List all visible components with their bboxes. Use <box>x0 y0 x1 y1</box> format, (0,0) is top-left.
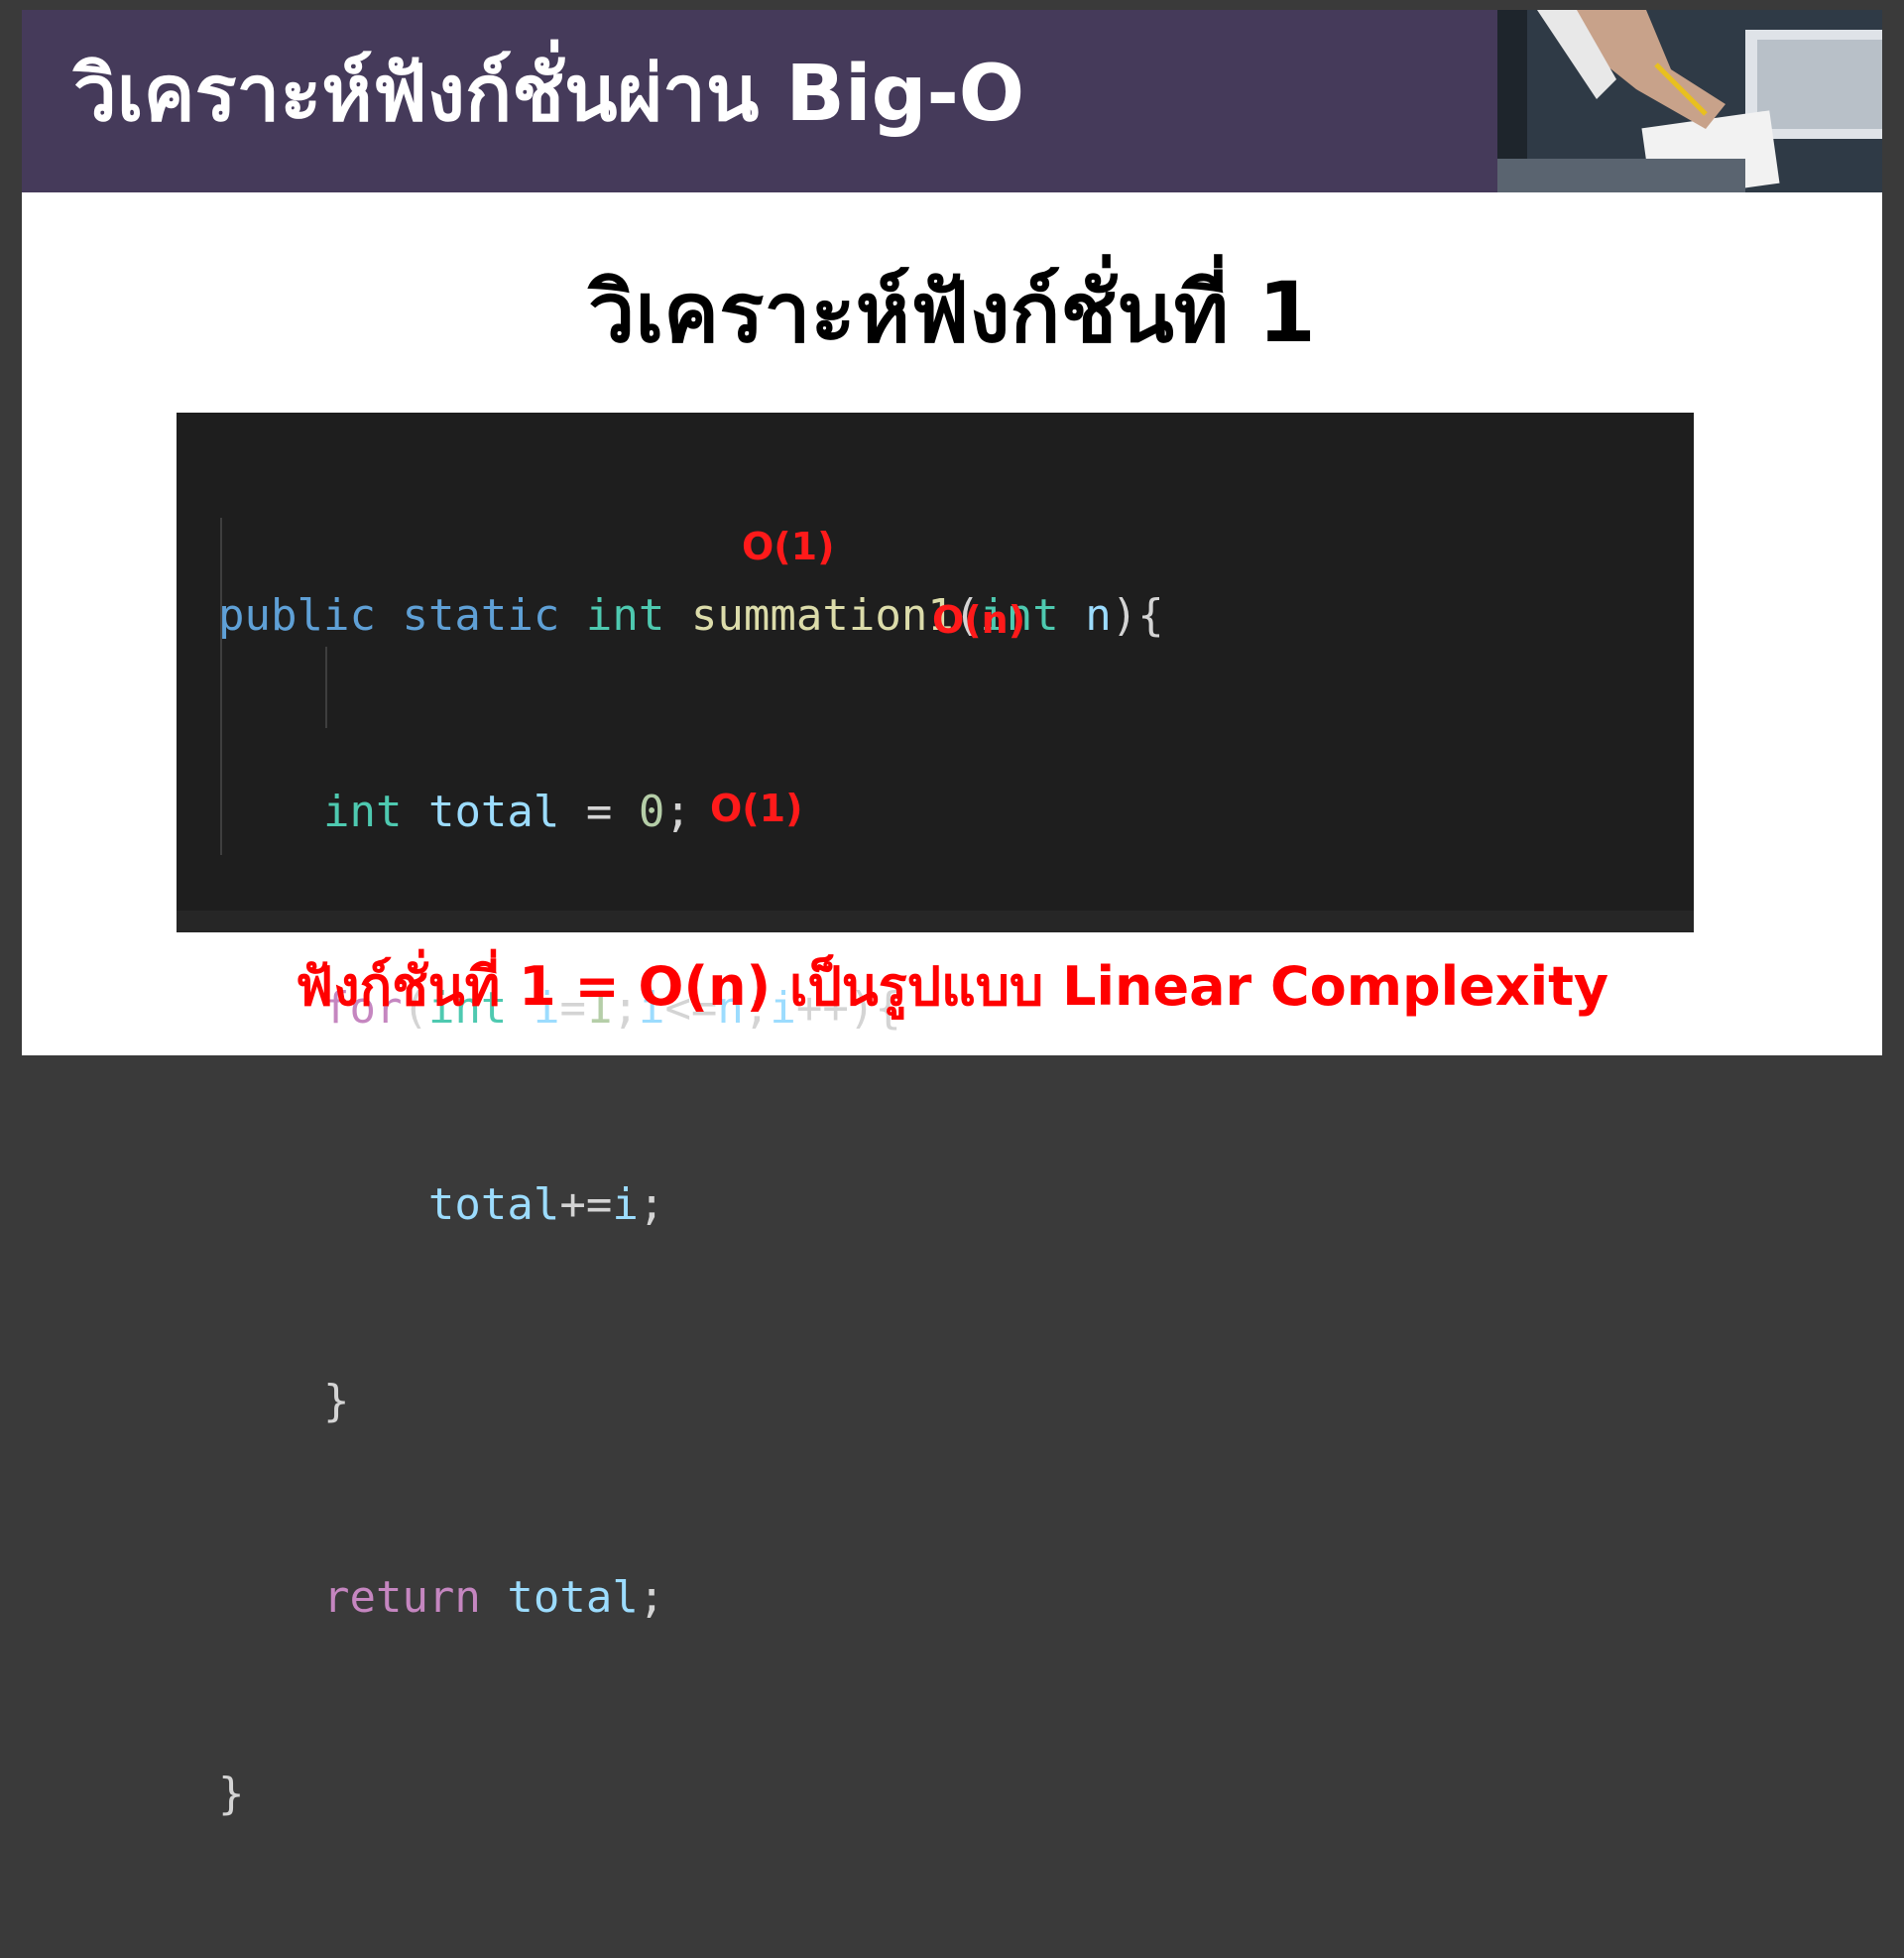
page-title: วิเคราะห์ฟังก์ชั่นผ่าน Big-O <box>73 50 1025 139</box>
complexity-annotation-line3: O(n) <box>932 598 1026 642</box>
photo-illustration <box>1497 10 1882 192</box>
code-block: public static int summation1(int n){ int… <box>218 452 1164 1958</box>
code-line-7: } <box>218 1769 245 1819</box>
slide: วิเคราะห์ฟังก์ชั่นผ่าน Big-O วิเคราะห์ฟั… <box>22 10 1882 1819</box>
code-panel: public static int summation1(int n){ int… <box>177 413 1694 1819</box>
code-line-4: total+=i; <box>427 1179 665 1230</box>
header-bar: วิเคราะห์ฟังก์ชั่นผ่าน Big-O <box>22 10 1882 192</box>
code-line-2: int total = 0; <box>322 787 691 837</box>
code-line-5: } <box>218 1376 350 1426</box>
complexity-annotation-line6: O(1) <box>710 787 803 830</box>
person-writing-photo <box>1497 10 1882 192</box>
code-line-6: return total; <box>322 1572 665 1623</box>
complexity-annotation-line2: O(1) <box>742 525 835 568</box>
slide-subtitle: วิเคราะห์ฟังก์ชั่นที่ 1 <box>588 264 1316 361</box>
horizontal-scrollbar[interactable] <box>177 911 1694 932</box>
conclusion-text: ฟังก์ชั่นที่ 1 = O(n) เป็นรูปแบบ Linear … <box>295 955 1609 1018</box>
